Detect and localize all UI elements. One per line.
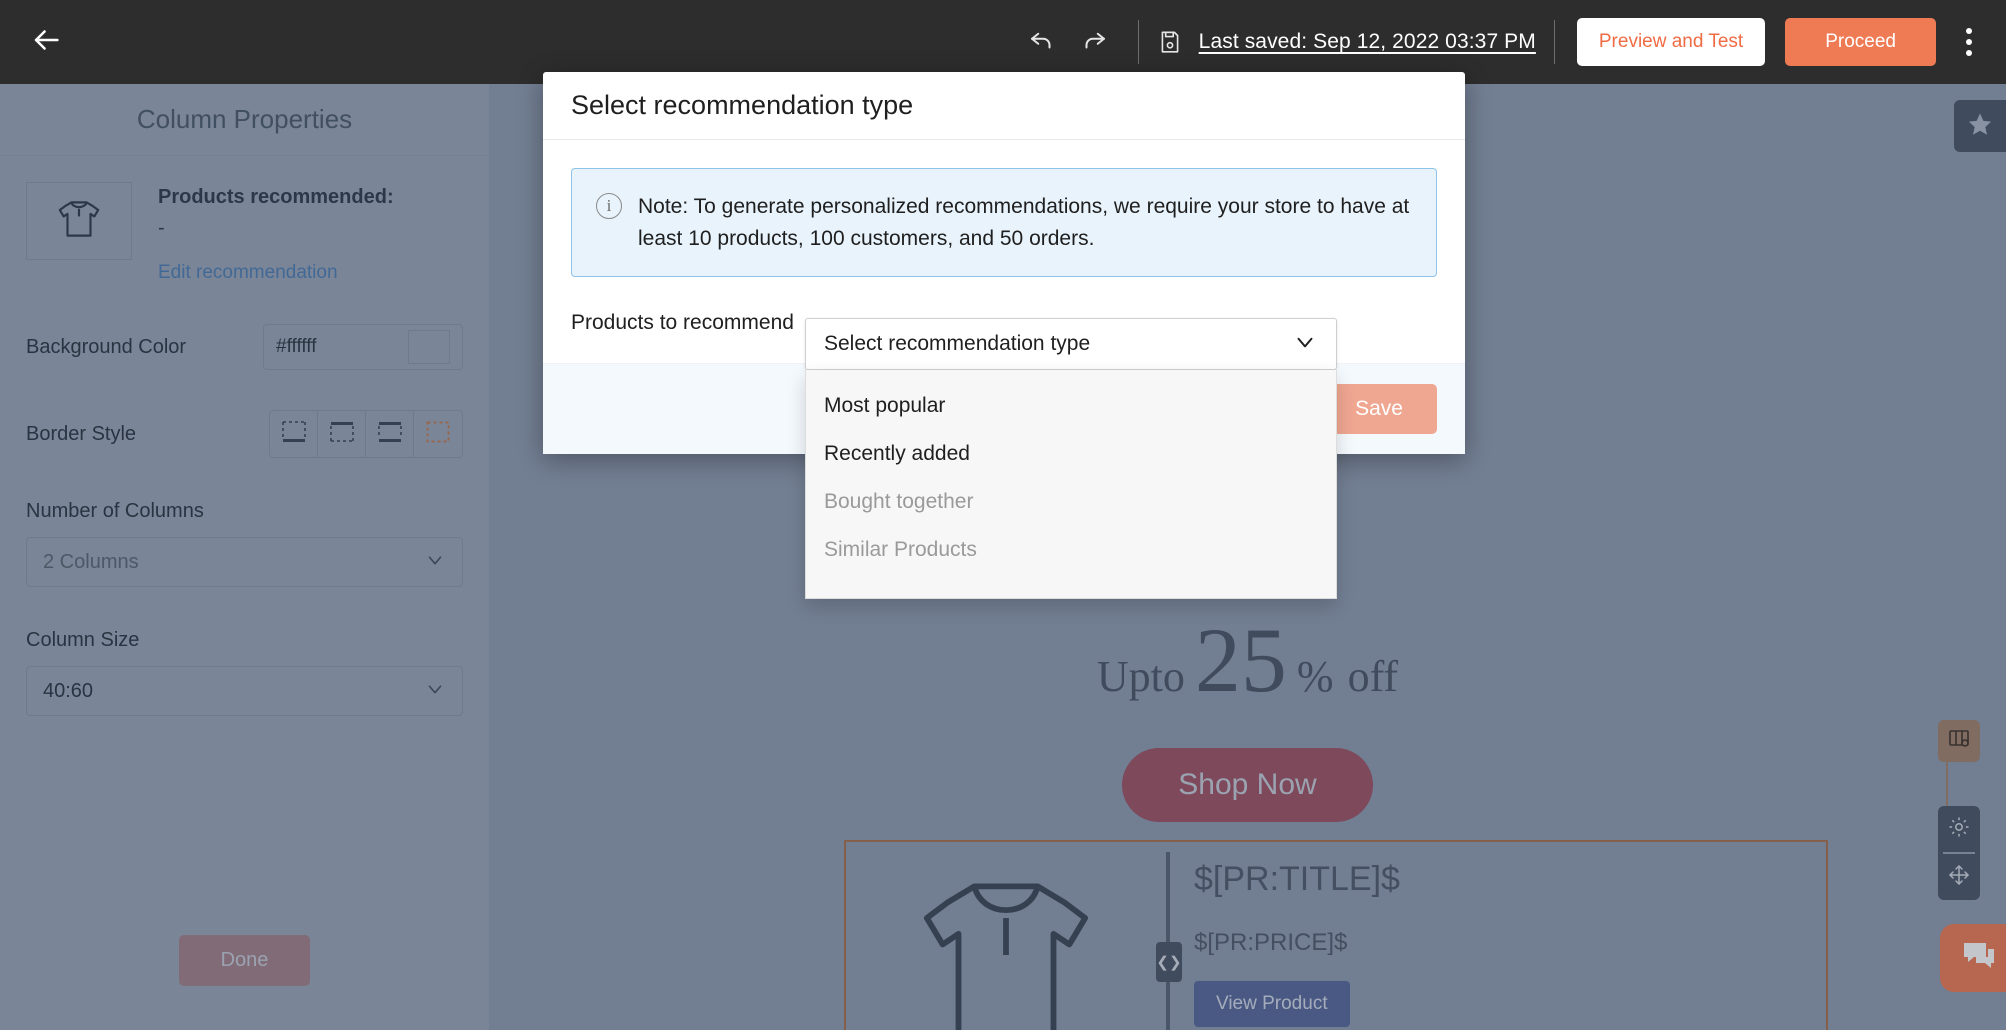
products-to-recommend-label: Products to recommend [571,311,794,334]
chevron-down-icon [1292,329,1318,360]
dropdown-option-similar-products: Similar Products [824,538,977,561]
undo-icon [1027,25,1057,60]
dropdown-option-recently-added[interactable]: Recently added [806,430,1336,478]
toolbar-divider-right [1553,20,1555,64]
floppy-disk-icon [1157,29,1183,55]
save-button[interactable]: Save [1321,384,1437,434]
recommendation-type-dropdown: Select recommendation type Most popular … [805,318,1337,599]
kebab-dot [1966,28,1972,34]
more-options-button[interactable] [1944,16,1994,68]
back-button[interactable] [20,16,72,68]
modal-header: Select recommendation type [543,72,1465,140]
toolbar-divider-left [1137,20,1139,64]
last-saved-label[interactable]: Last saved: Sep 12, 2022 03:37 PM [1199,30,1536,54]
preview-and-test-button[interactable]: Preview and Test [1576,18,1766,66]
redo-button[interactable] [1068,16,1120,68]
modal-title: Select recommendation type [571,90,914,120]
kebab-dot [1966,39,1972,45]
dropdown-option-bought-together: Bought together [824,490,974,513]
info-note-text: Note: To generate personalized recommend… [638,195,1410,250]
info-note: i Note: To generate personalized recomme… [571,168,1437,277]
dropdown-control[interactable]: Select recommendation type [805,318,1337,370]
kebab-dot [1966,50,1972,56]
proceed-button[interactable]: Proceed [1785,18,1936,66]
info-icon: i [596,193,622,219]
dropdown-option-most-popular[interactable]: Most popular [806,382,1336,430]
dropdown-selected-value: Select recommendation type [824,332,1091,355]
undo-button[interactable] [1016,16,1068,68]
arrow-left-icon [29,23,63,62]
dropdown-menu: Most popular Recently added Bought toget… [805,370,1337,599]
redo-icon [1079,25,1109,60]
